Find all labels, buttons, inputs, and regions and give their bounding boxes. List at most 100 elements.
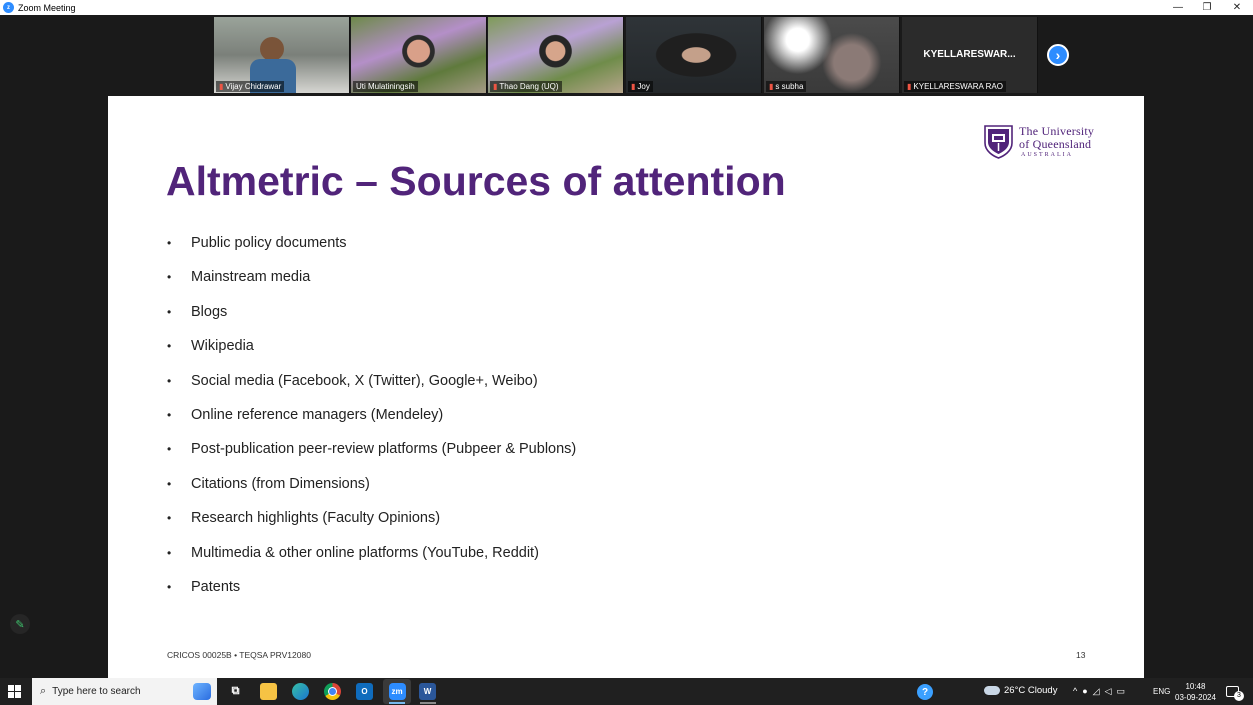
bullet-glyph: • (167, 373, 172, 388)
uq-logo: The University of Queensland AUSTRALIA (984, 125, 1094, 159)
mic-muted-icon: ▮ (493, 82, 498, 91)
bullet-item: • Mainstream media (166, 268, 576, 302)
participant-nametag: ▮ KYELLARESWARA RAO (904, 81, 1006, 92)
restore-button[interactable]: ❐ (1192, 0, 1222, 15)
pencil-icon[interactable]: ✎ (10, 614, 30, 634)
bullet-item: • Citations (from Dimensions) (166, 475, 576, 509)
search-highlight-icon (193, 683, 211, 700)
participant-nametag: Uti Mulatiningsih (353, 81, 418, 92)
clock-date: 03-09-2024 (1175, 693, 1216, 702)
uq-crest-icon (984, 125, 1013, 159)
participant-tile[interactable]: Uti Mulatiningsih (351, 17, 487, 93)
slide-title: Altmetric – Sources of attention (166, 158, 786, 204)
weather-widget[interactable]: 26°C Cloudy (984, 685, 1057, 696)
participant-nametag: ▮ s subha (766, 81, 807, 92)
uq-logo-text: The University of Queensland AUSTRALIA (1019, 125, 1094, 159)
word-icon[interactable]: W (419, 683, 436, 700)
next-participants-button[interactable]: › (1047, 44, 1069, 66)
participant-tile[interactable]: ▮ Joy (626, 17, 762, 93)
bullet-glyph: • (167, 579, 172, 594)
window-titlebar: z Zoom Meeting — ❐ ✕ (0, 0, 1253, 15)
microphone-icon[interactable]: ● (1082, 686, 1087, 697)
bullet-glyph: • (167, 339, 172, 354)
bullet-text: Public policy documents (191, 235, 347, 251)
participant-tile[interactable]: KYELLARESWAR... ▮ KYELLARESWARA RAO (902, 17, 1038, 93)
participant-tile[interactable]: ▮ Thao Dang (UQ) (488, 17, 624, 93)
participant-name: s subha (775, 82, 804, 91)
participant-nametag: ▮ Thao Dang (UQ) (490, 81, 562, 92)
active-app-indicator (389, 702, 405, 704)
bullet-glyph: • (167, 511, 172, 526)
system-tray: ^ ● ◿ ◁ ▭ (1073, 686, 1125, 697)
bullet-item: • Online reference managers (Mendeley) (166, 406, 576, 440)
chevron-up-icon[interactable]: ^ (1073, 686, 1077, 697)
bullet-item: • Public policy documents (166, 234, 576, 268)
search-icon: ⌕ (40, 685, 47, 697)
volume-icon[interactable]: ◁ (1105, 686, 1112, 697)
bullet-item: • Research highlights (Faculty Opinions) (166, 509, 576, 543)
bullet-item: • Multimedia & other online platforms (Yo… (166, 544, 576, 578)
uq-logo-line3: AUSTRALIA (1021, 152, 1073, 158)
search-placeholder: Type here to search (52, 686, 141, 697)
bullet-item: • Patents (166, 578, 576, 612)
bullet-text: Online reference managers (Mendeley) (191, 406, 444, 423)
help-icon[interactable]: ? (917, 684, 933, 700)
windows-taskbar: ⌕ Type here to search ⧉ O zm W ? 26°C Cl… (0, 678, 1253, 705)
bullet-text: Post-publication peer-review platforms (… (191, 441, 577, 458)
bullet-item: • Social media (Facebook, X (Twitter), Go… (166, 372, 576, 406)
participant-head (260, 37, 284, 61)
mic-muted-icon: ▮ (631, 82, 636, 91)
cloud-icon (984, 686, 1000, 695)
participant-tile[interactable]: ▮ Vijay Chidrawar (214, 17, 350, 93)
bullet-glyph: • (167, 407, 172, 422)
participant-tile[interactable]: ▮ s subha (764, 17, 900, 93)
taskbar-search-input[interactable]: ⌕ Type here to search (32, 678, 217, 705)
weather-text: 26°C Cloudy (1004, 685, 1058, 696)
edge-browser-icon[interactable] (292, 683, 309, 700)
participant-strip: ▮ Vijay Chidrawar Uti Mulatiningsih ▮ Th… (0, 15, 1253, 94)
mic-muted-icon: ▮ (769, 82, 774, 91)
zoom-app-label: zm (388, 683, 406, 700)
slide-footer: CRICOS 00025B • TEQSA PRV12080 (167, 650, 311, 660)
windows-start-icon[interactable] (8, 685, 21, 698)
bullet-text: Wikipedia (191, 338, 254, 355)
bullet-glyph: • (167, 270, 172, 285)
bullet-text: Mainstream media (191, 269, 311, 286)
participant-nametag: ▮ Joy (628, 81, 653, 92)
participant-name: Joy (637, 82, 650, 91)
display-icon[interactable]: ▭ (1117, 686, 1126, 697)
clock-time: 10:48 (1185, 682, 1206, 691)
minimize-button[interactable]: — (1163, 0, 1193, 15)
bullet-item: • Post-publication peer-review platforms … (166, 440, 576, 474)
bullet-text: Research highlights (Faculty Opinions) (191, 510, 441, 527)
network-icon[interactable]: ◿ (1093, 686, 1100, 697)
bullet-item: • Wikipedia (166, 337, 576, 371)
bullet-glyph: • (167, 304, 172, 319)
file-explorer-icon[interactable] (260, 683, 277, 700)
zoom-taskbar-icon[interactable]: zm (383, 679, 411, 704)
open-app-indicator (420, 702, 436, 704)
bullet-text: Social media (Facebook, X (Twitter), Goo… (191, 372, 538, 389)
participant-name: Thao Dang (UQ) (499, 82, 559, 91)
uq-logo-line2: of Queensland (1019, 137, 1092, 151)
bullet-text: Multimedia & other online platforms (You… (191, 544, 539, 561)
participant-name: Vijay Chidrawar (225, 82, 282, 91)
bullet-list: • Public policy documents • Mainstream med… (166, 234, 576, 612)
chrome-browser-icon[interactable] (324, 683, 341, 700)
mic-muted-icon: ▮ (219, 82, 224, 91)
bullet-text: Patents (191, 578, 241, 595)
shared-screen-slide: The University of Queensland AUSTRALIA A… (108, 96, 1144, 678)
close-button[interactable]: ✕ (1222, 0, 1252, 15)
participant-display-name: KYELLARESWAR... (923, 49, 1016, 60)
participant-name: KYELLARESWARA RAO (913, 82, 1003, 91)
participant-nametag: ▮ Vijay Chidrawar (216, 81, 285, 92)
task-view-icon[interactable]: ⧉ (227, 683, 244, 700)
window-title: Zoom Meeting (18, 2, 76, 13)
outlook-icon[interactable]: O (356, 683, 373, 700)
taskbar-clock[interactable]: 10:48 03-09-2024 (1175, 681, 1216, 703)
zoom-app-icon: z (3, 2, 14, 13)
bullet-item: • Blogs (166, 303, 576, 337)
mic-muted-icon: ▮ (907, 82, 912, 91)
bullet-glyph: • (167, 545, 172, 560)
language-indicator[interactable]: ENG (1153, 687, 1170, 696)
